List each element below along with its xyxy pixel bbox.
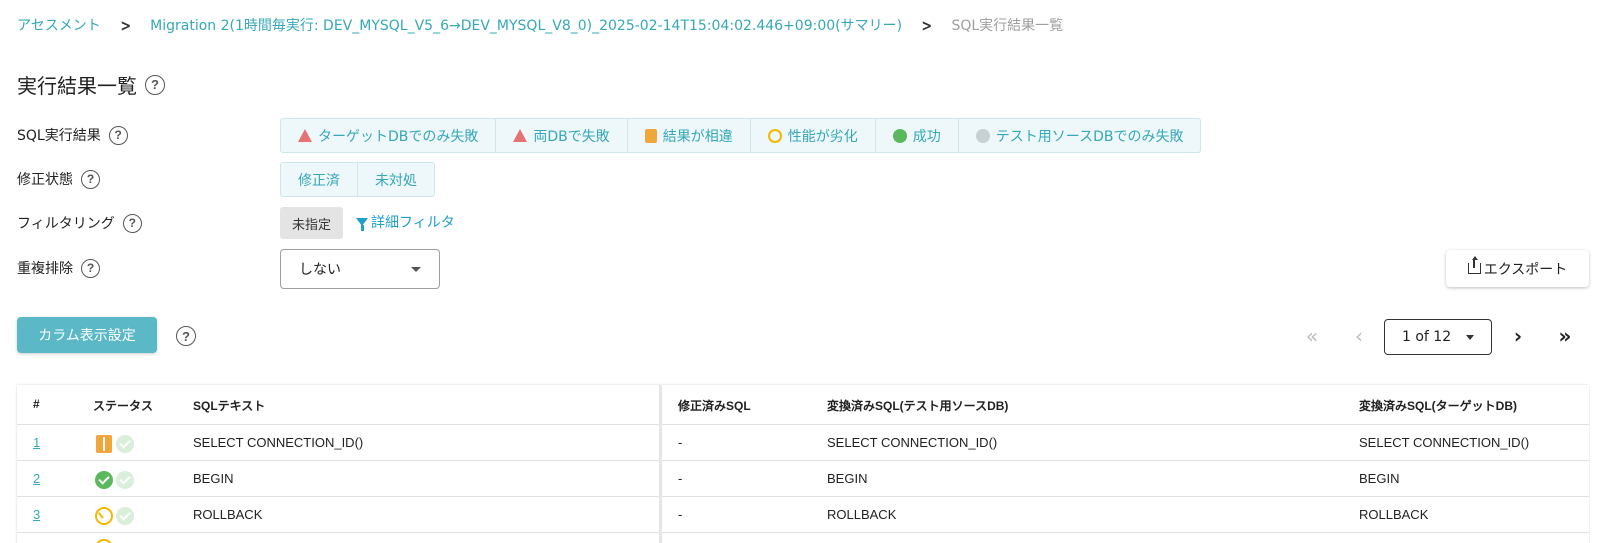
filter-fixed[interactable]: 修正済 (281, 163, 358, 196)
filtering-label: フィルタリング ? (17, 213, 142, 233)
table-row: 2 BEGIN - BEGIN BEGIN (17, 461, 1589, 497)
chevron-right-icon: > (921, 15, 933, 35)
caret-down-icon (411, 267, 421, 272)
fix-status-label: 修正状態 ? (17, 169, 100, 189)
filter-perf-degraded[interactable]: 性能が劣化 (751, 119, 876, 152)
sql-text: ROLLBACK (193, 507, 263, 522)
diff-icon (644, 128, 657, 143)
src-sql: SELECT CONNECTION_ID() (827, 435, 998, 450)
dedup-label: 重複排除 ? (17, 258, 100, 278)
table-row: 1 SELECT CONNECTION_ID() - SELECT CONNEC… (17, 425, 1589, 461)
page-label: 1 of 12 (1402, 329, 1452, 345)
export-label: エクスポート (1483, 261, 1568, 278)
column-divider[interactable] (659, 385, 662, 543)
help-icon[interactable]: ? (176, 326, 196, 346)
fix-status-label-text: 修正状態 (17, 172, 73, 188)
help-icon[interactable]: ? (81, 258, 100, 278)
export-button[interactable]: エクスポート (1446, 250, 1589, 287)
warning-plus-icon (513, 129, 528, 142)
col-header-status[interactable]: ステータス (93, 397, 153, 414)
fix-status-filter: 修正済 未対処 (280, 162, 435, 197)
fixed-sql: - (678, 471, 683, 486)
table-row: 3 ROLLBACK - ROLLBACK ROLLBACK (17, 497, 1589, 533)
first-page-icon[interactable]: « (1301, 324, 1323, 348)
faint-check-icon (116, 507, 134, 525)
check-circle-icon (892, 128, 907, 143)
check-icon (95, 471, 113, 489)
filter-label: ターゲットDBでのみ失敗 (318, 128, 479, 145)
tgt-sql: SELECT CONNECTION_ID() (1359, 435, 1530, 450)
filter-target-only-fail[interactable]: ターゲットDBでのみ失敗 (281, 119, 497, 152)
filter-label: 結果が相違 (662, 128, 733, 145)
help-icon[interactable]: ? (145, 74, 165, 95)
dedup-label-text: 重複排除 (17, 261, 73, 277)
upload-icon (1467, 256, 1481, 274)
page-title: 実行結果一覧 ? (17, 70, 165, 99)
diff-icon (96, 435, 112, 453)
filter-unhandled[interactable]: 未対処 (358, 163, 434, 196)
src-sql: BEGIN (827, 471, 868, 486)
sql-result-label: SQL実行結果 ? (17, 125, 128, 145)
filter-result-diff[interactable]: 結果が相違 (628, 119, 751, 152)
page-title-text: 実行結果一覧 (17, 74, 137, 98)
prev-page-icon[interactable]: ‹ (1348, 324, 1370, 348)
sql-result-filter: ターゲットDBでのみ失敗 両DBで失敗 結果が相違 性能が劣化 成功 テスト用ソ… (280, 118, 1202, 153)
table-row (17, 533, 1589, 543)
warning-icon (298, 129, 312, 142)
tgt-sql: ROLLBACK (1359, 507, 1429, 522)
filter-label: 両DBで失敗 (533, 128, 610, 145)
help-icon[interactable]: ? (108, 125, 128, 145)
filter-source-only-fail[interactable]: テスト用ソースDBでのみ失敗 (959, 119, 1201, 152)
filter-label: 成功 (912, 128, 941, 145)
perf-icon (95, 539, 113, 543)
table-header: # ステータス SQLテキスト 修正済みSQL 変換済みSQL(テスト用ソースD… (17, 385, 1589, 425)
breadcrumb: アセスメント > Migration 2(1時間毎実行: DEV_MYSQL_V… (17, 14, 1063, 36)
chevron-right-icon: > (120, 15, 131, 35)
filter-label: 性能が劣化 (787, 128, 858, 145)
detail-filter-link[interactable]: 詳細フィルタ (356, 212, 455, 232)
col-header-num[interactable]: # (33, 397, 40, 411)
row-number-link[interactable]: 2 (33, 471, 40, 486)
help-icon[interactable]: ? (122, 213, 142, 233)
row-number-link[interactable]: 3 (33, 507, 40, 522)
sql-result-label-text: SQL実行結果 (17, 128, 101, 144)
next-page-icon[interactable]: › (1507, 324, 1529, 348)
sql-text: BEGIN (193, 471, 234, 486)
filter-icon (356, 218, 368, 231)
filter-chip[interactable]: 未指定 (280, 207, 344, 239)
fixed-sql: - (678, 435, 683, 450)
dedup-selected: しない (299, 262, 341, 278)
caret-down-icon (1466, 335, 1474, 340)
col-header-fixed-sql[interactable]: 修正済みSQL (678, 397, 751, 414)
col-header-tgt-sql[interactable]: 変換済みSQL(ターゲットDB) (1359, 397, 1517, 414)
filter-label: テスト用ソースDBでのみ失敗 (995, 128, 1184, 145)
faint-check-icon (116, 435, 134, 453)
last-page-icon[interactable]: » (1554, 324, 1576, 348)
fixed-sql: - (678, 507, 683, 522)
perf-icon (95, 507, 113, 525)
column-settings-button[interactable]: カラム表示設定 (17, 317, 157, 353)
speedometer-icon (767, 128, 782, 143)
filtering-label-text: フィルタリング (17, 216, 115, 232)
page-select[interactable]: 1 of 12 (1384, 319, 1492, 355)
col-header-sql[interactable]: SQLテキスト (193, 397, 265, 414)
breadcrumb-migration[interactable]: Migration 2(1時間毎実行: DEV_MYSQL_V5_6→DEV_M… (150, 15, 902, 35)
dedup-select[interactable]: しない (280, 249, 440, 289)
minus-circle-icon (975, 128, 990, 143)
faint-check-icon (116, 471, 134, 489)
detail-filter-label: 詳細フィルタ (371, 215, 455, 231)
row-number-link[interactable]: 1 (33, 435, 40, 450)
tgt-sql: BEGIN (1359, 471, 1400, 486)
src-sql: ROLLBACK (827, 507, 897, 522)
filter-success[interactable]: 成功 (876, 119, 959, 152)
sql-text: SELECT CONNECTION_ID() (193, 435, 364, 450)
breadcrumb-current: SQL実行結果一覧 (951, 18, 1064, 34)
help-icon[interactable]: ? (81, 169, 100, 189)
col-header-src-sql[interactable]: 変換済みSQL(テスト用ソースDB) (827, 397, 1008, 414)
results-table: # ステータス SQLテキスト 修正済みSQL 変換済みSQL(テスト用ソースD… (17, 385, 1589, 543)
breadcrumb-assessment[interactable]: アセスメント (17, 15, 101, 35)
filter-both-fail[interactable]: 両DBで失敗 (496, 119, 628, 152)
